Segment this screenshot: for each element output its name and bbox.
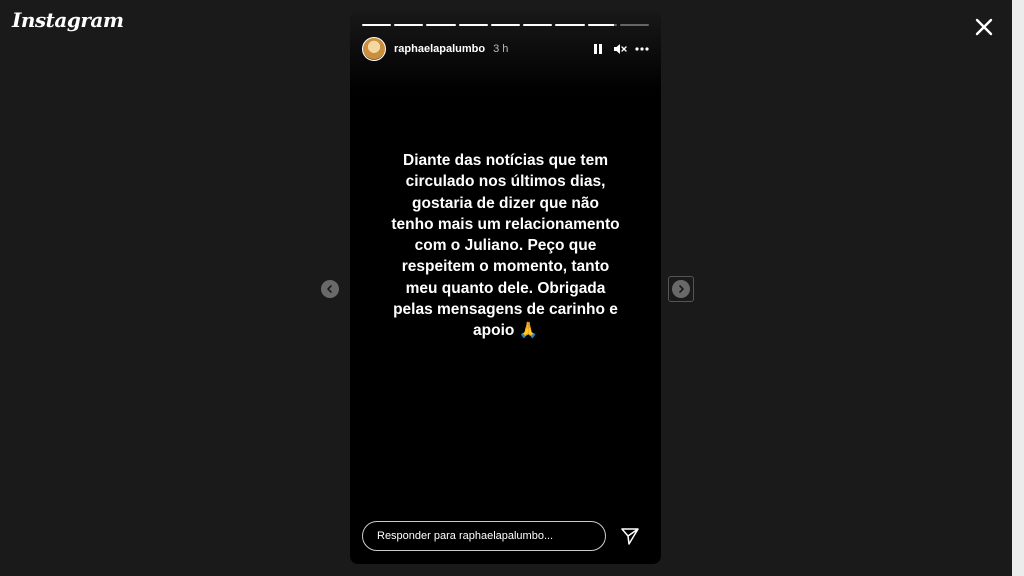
story-caption: Diante das notícias que tem circulado no… [391,152,620,340]
story-progress-segment [619,24,649,26]
story-progress-fill [587,24,614,26]
instagram-logo[interactable]: Instagram [12,8,124,32]
story-progress-bar [362,24,649,26]
mute-icon [614,44,627,54]
more-options-button[interactable] [635,42,649,56]
story-progress-fill [523,24,553,26]
send-icon [621,528,639,545]
story-progress-fill [394,24,424,26]
story-progress-segment [394,24,424,26]
chevron-left-icon [327,285,332,293]
send-button[interactable] [620,526,640,546]
more-icon [635,47,649,51]
story-progress-segment [555,24,585,26]
story-controls [591,42,649,56]
story-progress-fill [555,24,585,26]
reply-bar [362,520,649,552]
story-timestamp: 3 h [493,43,509,55]
story-progress-fill [362,24,392,26]
story-progress-segment [490,24,521,26]
story-progress-segment [587,24,617,26]
avatar[interactable] [362,37,386,61]
reply-input[interactable] [362,521,606,551]
previous-story-button[interactable] [321,280,339,298]
story-progress-segment [523,24,553,26]
next-story-button[interactable] [672,280,690,298]
story-progress-segment [362,24,392,26]
story-progress-segment [426,24,456,26]
story-username[interactable]: raphaelapalumbo [394,43,485,55]
chevron-right-icon [679,285,684,293]
close-button[interactable] [972,15,996,39]
pause-icon [594,44,602,54]
window-edge [1012,0,1024,576]
pause-button[interactable] [591,42,605,56]
story-progress-fill [426,24,456,26]
story-progress-fill [490,24,521,26]
mute-button[interactable] [613,42,627,56]
story-progress-segment [458,24,488,26]
story-progress-fill [458,24,488,26]
close-icon [975,18,993,36]
story-viewer[interactable]: raphaelapalumbo 3 h Diante das notícias … [350,12,661,564]
story-header: raphaelapalumbo 3 h [362,36,649,62]
